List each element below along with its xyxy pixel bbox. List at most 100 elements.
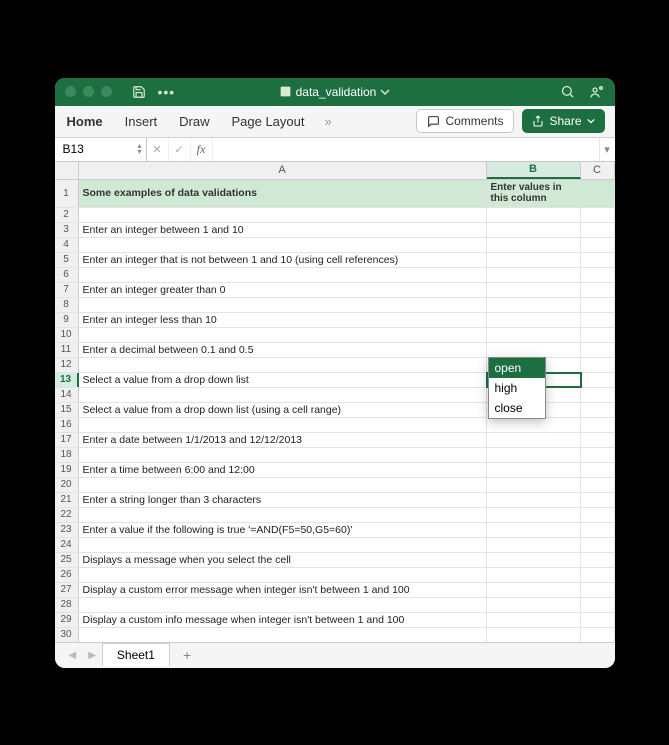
cell[interactable] xyxy=(79,328,487,342)
cell-A11[interactable]: Enter a decimal between 0.1 and 0.5 xyxy=(79,343,487,357)
cell[interactable] xyxy=(487,313,581,327)
cell[interactable] xyxy=(79,298,487,312)
cell[interactable] xyxy=(581,463,615,477)
cell[interactable] xyxy=(79,508,487,522)
row-header[interactable]: 4 xyxy=(55,238,79,252)
formula-expand-icon[interactable]: ▾ xyxy=(599,138,615,161)
cell[interactable] xyxy=(581,343,615,357)
cell[interactable] xyxy=(581,583,615,597)
row-header[interactable]: 20 xyxy=(55,478,79,492)
row-header[interactable]: 27 xyxy=(55,583,79,597)
cell[interactable] xyxy=(487,418,581,432)
cell[interactable] xyxy=(581,283,615,297)
cell[interactable] xyxy=(79,448,487,462)
cell[interactable] xyxy=(581,208,615,222)
row-header[interactable]: 12 xyxy=(55,358,79,372)
cell[interactable] xyxy=(79,268,487,282)
cell[interactable] xyxy=(487,433,581,447)
cell[interactable] xyxy=(79,478,487,492)
dropdown-option[interactable]: close xyxy=(489,398,545,418)
minimize-window-button[interactable] xyxy=(83,86,94,97)
cell[interactable] xyxy=(487,328,581,342)
cell[interactable] xyxy=(79,358,487,372)
cell[interactable] xyxy=(487,538,581,552)
cell[interactable] xyxy=(581,448,615,462)
row-header[interactable]: 6 xyxy=(55,268,79,282)
cell[interactable] xyxy=(581,433,615,447)
row-header[interactable]: 17 xyxy=(55,433,79,447)
cell[interactable] xyxy=(487,268,581,282)
cell-C1[interactable] xyxy=(581,180,615,207)
cell-A15[interactable]: Select a value from a drop down list (us… xyxy=(79,403,487,417)
cell[interactable] xyxy=(581,388,615,402)
cell-A27[interactable]: Display a custom error message when inte… xyxy=(79,583,487,597)
cell[interactable] xyxy=(581,403,615,417)
cell[interactable] xyxy=(581,598,615,612)
cell-A3[interactable]: Enter an integer between 1 and 10 xyxy=(79,223,487,237)
tab-draw[interactable]: Draw xyxy=(177,109,211,134)
row-header[interactable]: 23 xyxy=(55,523,79,537)
close-window-button[interactable] xyxy=(65,86,76,97)
cell[interactable] xyxy=(581,628,615,642)
cell[interactable] xyxy=(487,253,581,267)
more-tabs-icon[interactable]: » xyxy=(325,114,332,129)
search-icon[interactable] xyxy=(560,84,575,99)
next-sheet-icon[interactable]: ▶ xyxy=(82,650,102,661)
row-header[interactable]: 8 xyxy=(55,298,79,312)
cell[interactable] xyxy=(487,523,581,537)
select-all-corner[interactable] xyxy=(55,162,79,179)
cell[interactable] xyxy=(79,628,487,642)
cell-A13[interactable]: Select a value from a drop down list xyxy=(79,373,487,387)
zoom-window-button[interactable] xyxy=(101,86,112,97)
row-header[interactable]: 2 xyxy=(55,208,79,222)
cell-A1[interactable]: Some examples of data validations xyxy=(79,180,487,207)
tab-insert[interactable]: Insert xyxy=(123,109,160,134)
cell[interactable] xyxy=(487,343,581,357)
cell-A9[interactable]: Enter an integer less than 10 xyxy=(79,313,487,327)
cell-A25[interactable]: Displays a message when you select the c… xyxy=(79,553,487,567)
cell-A17[interactable]: Enter a date between 1/1/2013 and 12/12/… xyxy=(79,433,487,447)
row-header[interactable]: 29 xyxy=(55,613,79,627)
row-header[interactable]: 13 xyxy=(55,373,79,387)
cell[interactable] xyxy=(581,238,615,252)
comments-button[interactable]: Comments xyxy=(416,109,514,133)
cell[interactable] xyxy=(487,448,581,462)
cell[interactable] xyxy=(581,373,615,387)
col-header-B[interactable]: B xyxy=(487,162,581,179)
cell[interactable] xyxy=(487,598,581,612)
cell[interactable] xyxy=(581,253,615,267)
name-box[interactable]: B13 ▴▾ xyxy=(55,138,147,161)
cell[interactable] xyxy=(487,613,581,627)
cell[interactable] xyxy=(79,568,487,582)
cell[interactable] xyxy=(581,553,615,567)
cell[interactable] xyxy=(581,508,615,522)
share-people-icon[interactable] xyxy=(589,84,605,100)
cell[interactable] xyxy=(487,238,581,252)
cell-B1[interactable]: Enter values in this column xyxy=(487,180,581,207)
tab-home[interactable]: Home xyxy=(65,109,105,134)
col-header-A[interactable]: A xyxy=(79,162,487,179)
row-header[interactable]: 14 xyxy=(55,388,79,402)
cell[interactable] xyxy=(487,583,581,597)
more-icon[interactable]: ••• xyxy=(158,84,176,100)
cell[interactable] xyxy=(581,568,615,582)
cell[interactable] xyxy=(487,508,581,522)
cell[interactable] xyxy=(487,493,581,507)
cell[interactable] xyxy=(581,418,615,432)
row-header[interactable]: 9 xyxy=(55,313,79,327)
row-header[interactable]: 1 xyxy=(55,180,79,207)
cell[interactable] xyxy=(487,463,581,477)
tab-page-layout[interactable]: Page Layout xyxy=(229,109,306,134)
row-header[interactable]: 15 xyxy=(55,403,79,417)
cell[interactable] xyxy=(79,538,487,552)
cell[interactable] xyxy=(581,478,615,492)
cell[interactable] xyxy=(487,628,581,642)
add-sheet-button[interactable]: + xyxy=(170,643,204,667)
row-header[interactable]: 3 xyxy=(55,223,79,237)
cell[interactable] xyxy=(487,568,581,582)
cell-A5[interactable]: Enter an integer that is not between 1 a… xyxy=(79,253,487,267)
row-header[interactable]: 11 xyxy=(55,343,79,357)
cell[interactable] xyxy=(487,478,581,492)
row-header[interactable]: 19 xyxy=(55,463,79,477)
cell[interactable] xyxy=(581,538,615,552)
